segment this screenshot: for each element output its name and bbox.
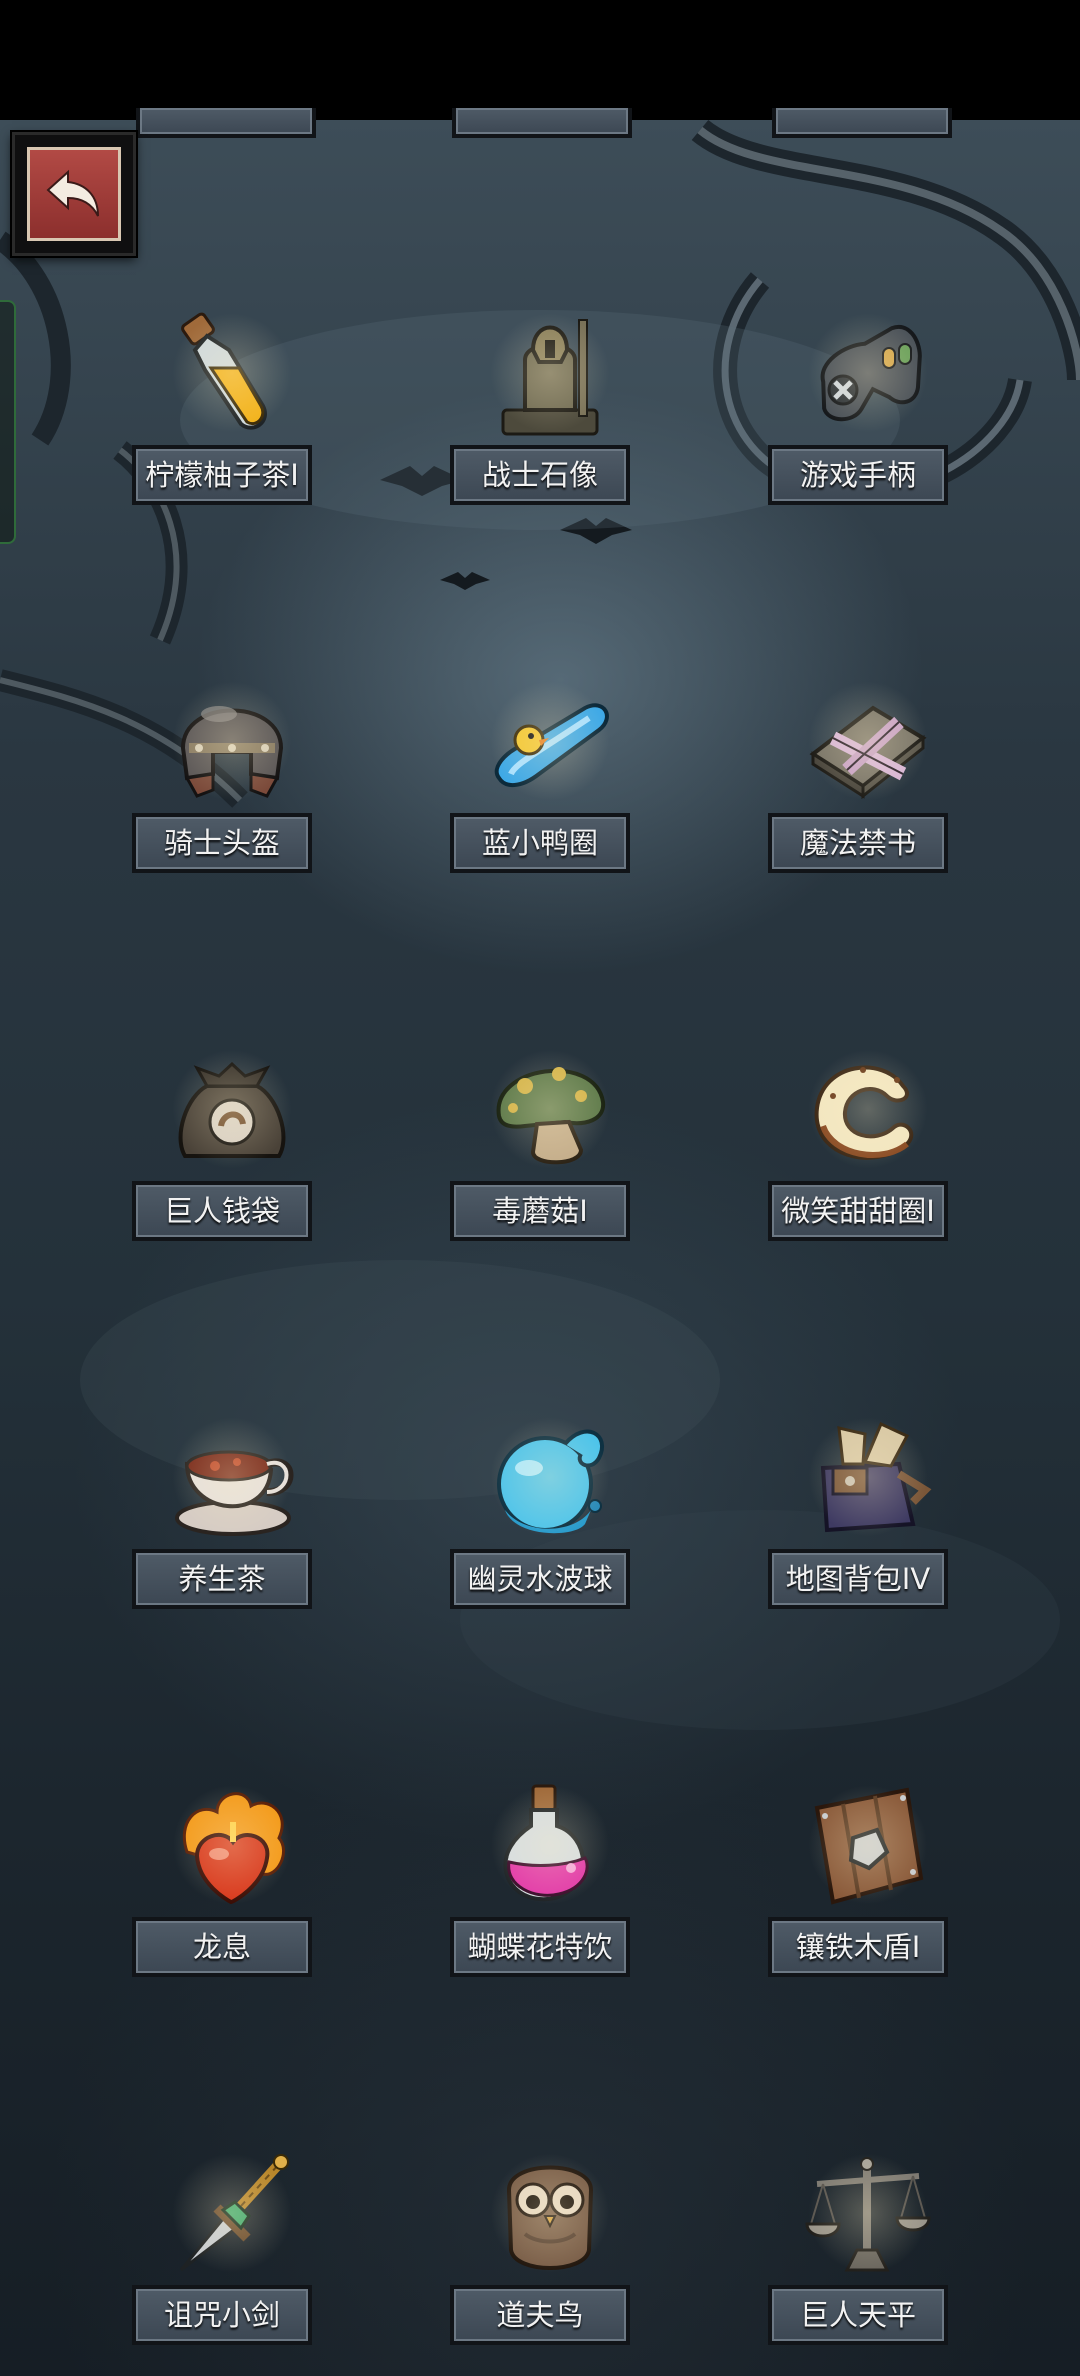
smile-donut-icon: [798, 1041, 938, 1181]
item-name: 微笑甜甜圈I: [768, 1181, 948, 1241]
collection-item[interactable]: 毒蘑菇I: [440, 1041, 640, 1271]
dragon-breath-icon: [162, 1777, 302, 1917]
cursed-dagger-icon: [162, 2145, 302, 2285]
warrior-statue-icon: [480, 305, 620, 445]
item-name: 诅咒小剑: [132, 2285, 312, 2345]
gamepad-icon: [798, 305, 938, 445]
item-name: 魔法禁书: [768, 813, 948, 873]
partial-item-label: [452, 108, 632, 138]
item-name: 战士石像: [450, 445, 630, 505]
collection-item[interactable]: 魔法禁书: [758, 673, 958, 903]
collection-item[interactable]: 骑士头盔: [122, 673, 322, 903]
pink-potion-icon: [480, 1777, 620, 1917]
owl-icon: [480, 2145, 620, 2285]
item-name: 巨人天平: [768, 2285, 948, 2345]
item-name: 巨人钱袋: [132, 1181, 312, 1241]
poison-mushroom-icon: [480, 1041, 620, 1181]
map-backpack-icon: [798, 1409, 938, 1549]
lemon-potion-icon: [162, 305, 302, 445]
item-name: 骑士头盔: [132, 813, 312, 873]
forbidden-spellbook-icon: [798, 673, 938, 813]
tea-cup-icon: [162, 1409, 302, 1549]
giant-money-bag-icon: [162, 1041, 302, 1181]
collection-item[interactable]: 蓝小鸭圈: [440, 673, 640, 903]
item-name: 幽灵水波球: [450, 1549, 630, 1609]
partial-item-label: [772, 108, 952, 138]
item-name: 龙息: [132, 1917, 312, 1977]
collection-item[interactable]: 养生茶: [122, 1409, 322, 1639]
collection-item[interactable]: 镶铁木盾I: [758, 1777, 958, 2007]
back-arrow-icon: [27, 147, 121, 241]
item-name: 镶铁木盾I: [768, 1917, 948, 1977]
collection-item[interactable]: 巨人天平: [758, 2145, 958, 2375]
item-name: 毒蘑菇I: [450, 1181, 630, 1241]
collection-item[interactable]: 地图背包IV: [758, 1409, 958, 1639]
back-button[interactable]: [12, 132, 136, 256]
side-drawer-tab[interactable]: [0, 300, 16, 544]
collection-item[interactable]: 蝴蝶花特饮: [440, 1777, 640, 2007]
collection-item[interactable]: 巨人钱袋: [122, 1041, 322, 1271]
item-name: 柠檬柚子茶I: [132, 445, 312, 505]
collection-item[interactable]: 微笑甜甜圈I: [758, 1041, 958, 1271]
item-name: 蝴蝶花特饮: [450, 1917, 630, 1977]
collection-item[interactable]: 道夫鸟: [440, 2145, 640, 2375]
collection-item[interactable]: 龙息: [122, 1777, 322, 2007]
collection-item[interactable]: 幽灵水波球: [440, 1409, 640, 1639]
partial-item-label: [136, 108, 316, 138]
collection-item[interactable]: 柠檬柚子茶I: [122, 305, 322, 535]
item-name: 养生茶: [132, 1549, 312, 1609]
item-name: 蓝小鸭圈: [450, 813, 630, 873]
duck-swim-ring-icon: [480, 673, 620, 813]
item-name: 游戏手柄: [768, 445, 948, 505]
collection-item[interactable]: 战士石像: [440, 305, 640, 535]
collection-item[interactable]: 诅咒小剑: [122, 2145, 322, 2375]
giant-scale-icon: [798, 2145, 938, 2285]
knight-helmet-icon: [162, 673, 302, 813]
item-name: 道夫鸟: [450, 2285, 630, 2345]
collection-item[interactable]: 游戏手柄: [758, 305, 958, 535]
iron-wood-shield-icon: [798, 1777, 938, 1917]
status-bar: [0, 0, 1080, 120]
item-name: 地图背包IV: [768, 1549, 948, 1609]
water-orb-icon: [480, 1409, 620, 1549]
